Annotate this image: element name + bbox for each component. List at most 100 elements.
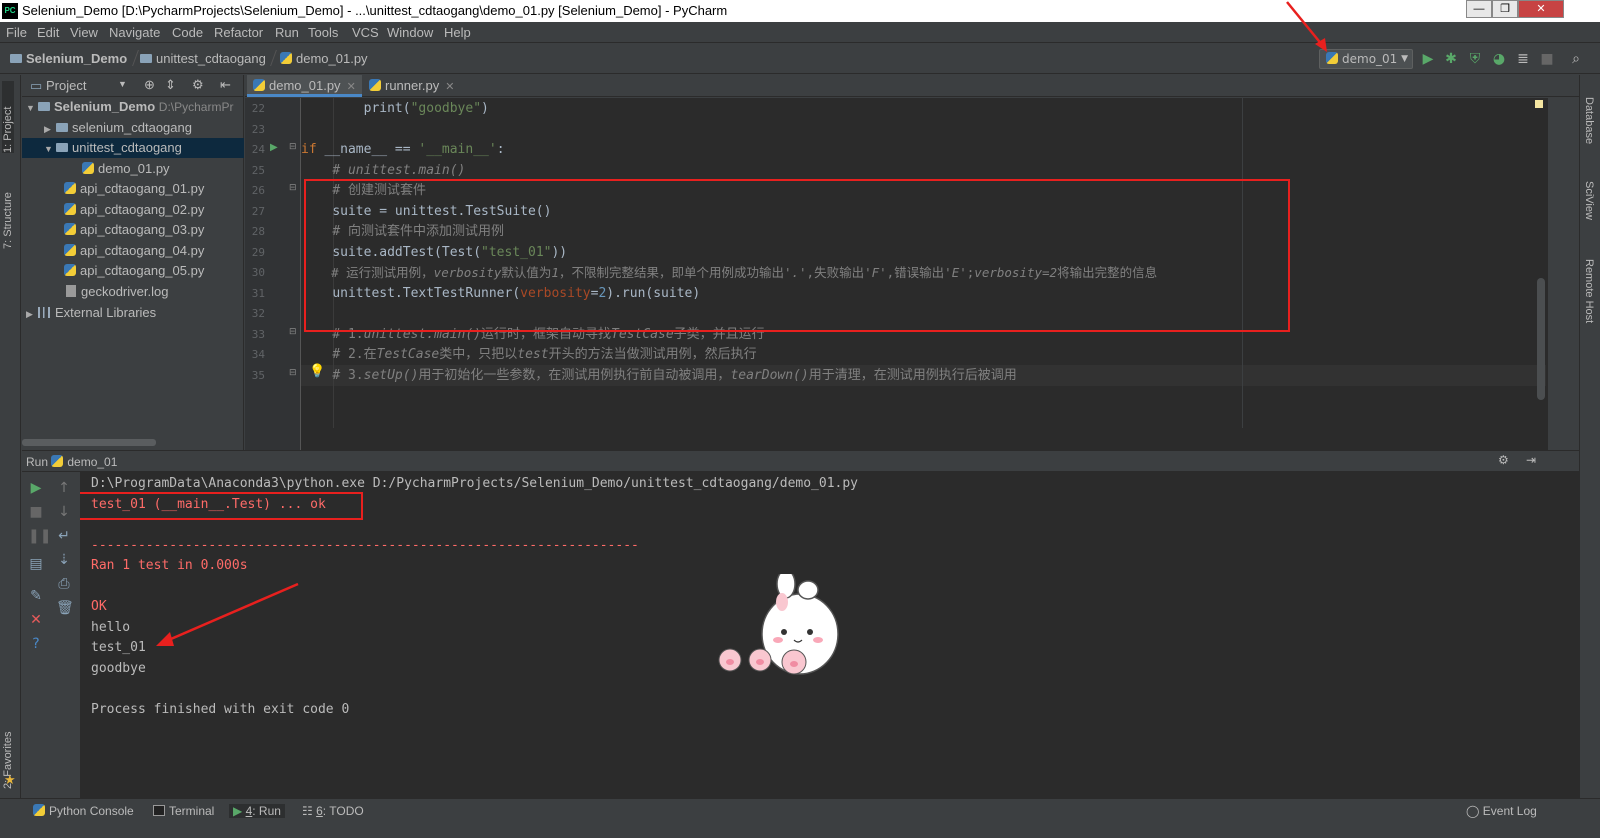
menu-navigate[interactable]: Navigate — [109, 25, 160, 40]
line-number: 31 — [251, 287, 265, 300]
editor-vertical-scrollbar[interactable] — [1537, 278, 1545, 400]
stop-icon[interactable]: ■ — [28, 504, 44, 520]
code-token: if — [301, 142, 325, 157]
run-panel-config: demo_01 — [67, 455, 118, 469]
tab-database[interactable]: Database — [1583, 97, 1595, 144]
code-editor[interactable]: 22 23 24 25 26 27 28 29 30 31 32 33 34 3… — [245, 98, 1548, 450]
pause-icon[interactable]: ❚❚ — [28, 528, 51, 544]
tree-item-project-root[interactable]: ▼ Selenium_Demo D:\PycharmPr — [22, 97, 244, 117]
fold-icon[interactable]: ⊟ — [289, 142, 297, 152]
breadcrumb-folder[interactable]: unittest_cdtaogang — [140, 51, 266, 66]
chevron-down-icon[interactable]: ▼ — [118, 79, 127, 89]
tab-structure[interactable]: 7: Structure — [2, 169, 14, 249]
tree-item-demo-file[interactable]: demo_01.py — [22, 159, 244, 179]
line-number: 35 — [251, 369, 265, 382]
run-icon[interactable]: ▶ — [1420, 51, 1436, 67]
code-token: 用于清理，在测试用例执行后被调用 — [808, 368, 1017, 383]
expanded-arrow-icon: ▼ — [26, 103, 35, 113]
close-tab-icon[interactable]: ✕ — [445, 81, 454, 93]
editor-tab-bar: demo_01.py ✕ runner.py ✕ — [245, 75, 1579, 97]
terminal-icon — [153, 805, 165, 816]
tab-sciview[interactable]: SciView — [1583, 181, 1595, 220]
tree-item-selenium-folder[interactable]: ▶ selenium_cdtaogang — [22, 118, 244, 138]
gear-icon[interactable]: ⚙ — [1498, 453, 1509, 467]
tab-demo-01[interactable]: demo_01.py ✕ — [247, 75, 362, 97]
tab-remote-host[interactable]: Remote Host — [1583, 259, 1595, 323]
pin-icon[interactable]: ✎ — [28, 588, 44, 604]
run-gutter-icon[interactable]: ▶ — [270, 142, 278, 153]
menu-vcs[interactable]: VCS — [352, 25, 379, 40]
menu-run[interactable]: Run — [275, 25, 299, 40]
debug-icon[interactable]: ✱ — [1443, 51, 1459, 67]
project-view-selector[interactable]: Project — [46, 78, 86, 93]
scroll-down-icon[interactable]: ↓ — [56, 504, 72, 520]
close-window-button[interactable]: ✕ — [1518, 0, 1564, 18]
menu-view[interactable]: View — [70, 25, 98, 40]
tab-todo[interactable]: ☷ 6: TODO — [302, 804, 364, 818]
hide-panel-icon[interactable]: ⇥ — [1526, 453, 1536, 467]
maximize-button[interactable]: ❐ — [1492, 0, 1518, 18]
coverage-icon[interactable]: ⛨ — [1467, 51, 1483, 67]
tree-item-log-file[interactable]: geckodriver.log — [22, 282, 244, 302]
concurrency-icon[interactable]: ≣ — [1515, 51, 1531, 67]
tree-item-unittest-folder[interactable]: ▼ unittest_cdtaogang — [22, 138, 244, 158]
search-icon[interactable]: ⌕ — [1568, 51, 1584, 67]
fold-icon[interactable]: ⊟ — [289, 183, 297, 193]
window-titlebar: PC Selenium_Demo [D:\PycharmProjects\Sel… — [0, 0, 1600, 22]
trash-icon[interactable]: 🗑 — [56, 600, 74, 616]
tree-item-file[interactable]: api_cdtaogang_03.py — [22, 220, 244, 240]
scroll-up-icon[interactable]: ↑ — [56, 480, 72, 496]
rerun-icon[interactable]: ▶ — [28, 480, 44, 496]
tree-item-file[interactable]: api_cdtaogang_02.py — [22, 200, 244, 220]
python-file-icon — [64, 264, 76, 276]
scroll-end-icon[interactable]: ⇣ — [56, 552, 72, 568]
lightbulb-icon[interactable]: 💡 — [309, 364, 325, 379]
locate-icon[interactable]: ⊕ — [144, 77, 155, 93]
breadcrumb-separator — [265, 50, 277, 66]
breadcrumb-project[interactable]: Selenium_Demo — [10, 51, 127, 66]
fold-icon[interactable]: ⊟ — [289, 368, 297, 378]
console-line: hello — [91, 620, 131, 635]
tab-project[interactable]: 1: Project — [2, 81, 14, 153]
menu-window[interactable]: Window — [387, 25, 433, 40]
soft-wrap-icon[interactable]: ↵ — [56, 528, 72, 544]
menu-refactor[interactable]: Refactor — [214, 25, 263, 40]
menu-file[interactable]: File — [6, 25, 27, 40]
stop-icon[interactable]: ■ — [1539, 51, 1555, 67]
gear-icon[interactable]: ⚙ — [192, 77, 204, 93]
tab-terminal[interactable]: Terminal — [153, 804, 214, 818]
tree-item-file[interactable]: api_cdtaogang_04.py — [22, 241, 244, 261]
tree-item-path: D:\PycharmPr — [158, 100, 234, 114]
tab-runner[interactable]: runner.py ✕ — [363, 75, 460, 97]
fold-icon[interactable]: ⊟ — [289, 327, 297, 337]
project-horizontal-scrollbar[interactable] — [22, 439, 156, 446]
menu-code[interactable]: Code — [172, 25, 203, 40]
line-number: 30 — [251, 266, 265, 279]
breadcrumb-file[interactable]: demo_01.py — [280, 51, 368, 66]
menu-edit[interactable]: Edit — [37, 25, 59, 40]
menu-help[interactable]: Help — [444, 25, 471, 40]
close-tab-icon[interactable]: ✕ — [347, 81, 356, 93]
annotation-arrow-console — [156, 582, 299, 646]
help-icon[interactable]: ? — [28, 636, 44, 652]
profile-icon[interactable]: ◕ — [1491, 51, 1507, 67]
expanded-arrow-icon: ▼ — [44, 144, 53, 154]
tab-python-console[interactable]: Python Console — [33, 804, 134, 818]
tree-item-file[interactable]: api_cdtaogang_05.py — [22, 261, 244, 281]
tree-item-external-libraries[interactable]: ▶ External Libraries — [22, 303, 244, 323]
code-line-35: # 3.setUp()用于初始化一些参数，在测试用例执行前自动被调用，tearD… — [301, 365, 1017, 386]
tree-item-file[interactable]: api_cdtaogang_01.py — [22, 179, 244, 199]
code-token: 开头的方法当做测试用例，然后执行 — [548, 347, 757, 362]
minimize-button[interactable]: — — [1466, 0, 1492, 18]
tree-item-label: api_cdtaogang_01.py — [80, 181, 205, 196]
menu-tools[interactable]: Tools — [308, 25, 338, 40]
restore-layout-icon[interactable]: ▤ — [28, 556, 44, 572]
line-number: 28 — [251, 225, 265, 238]
tab-run[interactable]: ▶ 4: Run — [229, 804, 285, 818]
tab-event-log[interactable]: ◯ Event Log — [1466, 804, 1537, 818]
collapse-icon[interactable]: ⇕ — [165, 77, 176, 93]
left-tool-strip: 1: Project 7: Structure 2: Favorites ★ — [0, 75, 21, 816]
print-icon[interactable]: ⎙ — [56, 576, 72, 592]
hide-icon[interactable]: ⇤ — [220, 77, 231, 93]
close-icon[interactable]: ✕ — [28, 612, 44, 628]
